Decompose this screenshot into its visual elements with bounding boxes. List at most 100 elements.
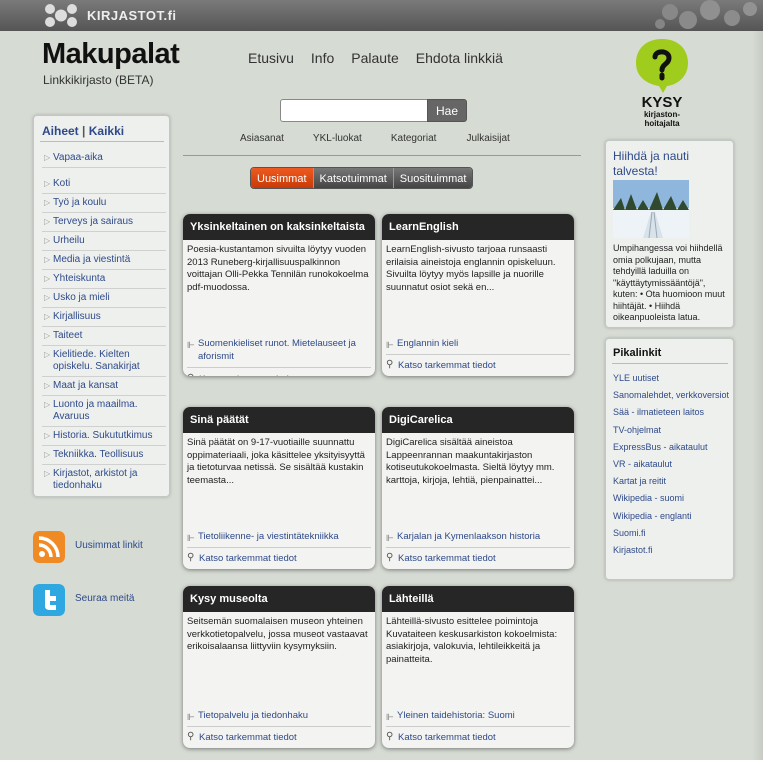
triangle-right-icon: ▷ bbox=[44, 312, 51, 321]
sidebar-item-terveys[interactable]: ▷ Terveys ja sairaus bbox=[42, 213, 166, 232]
quicklink-expressbus[interactable]: ExpressBus - aikataulut bbox=[613, 442, 731, 454]
rss-feed-link[interactable]: Uusimmat linkit bbox=[33, 531, 163, 565]
card-title[interactable]: DigiCarelica bbox=[382, 407, 574, 433]
quicklink-kartat[interactable]: Kartat ja reitit bbox=[613, 476, 731, 488]
magnifier-icon: ⚲ bbox=[187, 552, 195, 563]
page-subtitle: Linkkikirjasto (BETA) bbox=[43, 73, 154, 87]
nav-info[interactable]: Info bbox=[311, 50, 334, 66]
card-description: Lähteillä-sivusto esittelee poimintoja K… bbox=[386, 616, 558, 665]
card-more-link[interactable]: ⚲ Katso tarkemmat tiedot bbox=[187, 552, 297, 564]
subnav-ykl-luokat[interactable]: YKL-luokat bbox=[313, 133, 362, 144]
quicklink-kirjastot-fi[interactable]: Kirjastot.fi bbox=[613, 545, 731, 557]
card-title[interactable]: Kysy museolta bbox=[183, 586, 375, 612]
card-more-link[interactable]: ⚲ Katso tarkemmat tiedot bbox=[386, 731, 496, 743]
card-category[interactable]: ⊩ Karjalan ja Kymenlaakson historia bbox=[386, 531, 540, 544]
quicklink-wikipedia-fi[interactable]: Wikipedia - suomi bbox=[613, 493, 731, 505]
sidebar-item-tyo-ja-koulu[interactable]: ▷ Työ ja koulu bbox=[42, 194, 166, 213]
card-title[interactable]: LearnEnglish bbox=[382, 214, 574, 240]
subnav-kategoriat[interactable]: Kategoriat bbox=[391, 133, 437, 144]
rss-label[interactable]: Uusimmat linkit bbox=[75, 540, 143, 551]
divider bbox=[40, 141, 164, 142]
sidebar-item-kirjastot[interactable]: ▷ Kirjastot, arkistot ja tiedonhaku bbox=[42, 465, 166, 495]
card-title[interactable]: Yksinkeltainen on kaksinkeltaista bbox=[183, 214, 375, 240]
kirjastot-logo-icon[interactable] bbox=[44, 3, 78, 28]
sidebar-item-tekniikka[interactable]: ▷ Tekniikka. Teollisuus bbox=[42, 446, 166, 465]
twitter-label[interactable]: Seuraa meitä bbox=[75, 593, 134, 604]
sidebar-item-kielitiede[interactable]: ▷ Kielitiede. Kielten opiskelu. Sanakirja… bbox=[42, 346, 166, 377]
sidebar-item-label: Taiteet bbox=[53, 330, 83, 341]
card-category[interactable]: ⊩ Tietopalvelu ja tiedonhaku bbox=[187, 710, 308, 723]
twitter-icon bbox=[33, 584, 65, 616]
sidebar-item-maat-ja-kansat[interactable]: ▷ Maat ja kansat bbox=[42, 377, 166, 396]
sidebar-item-label: Maat ja kansat bbox=[53, 380, 119, 391]
promo-title[interactable]: Hiihdä ja nauti talvesta! bbox=[613, 149, 728, 179]
sidebar-item-taiteet[interactable]: ▷ Taiteet bbox=[42, 327, 166, 346]
sidebar-item-urheilu[interactable]: ▷ Urheilu bbox=[42, 232, 166, 251]
site-name[interactable]: KIRJASTOT.fi bbox=[87, 8, 177, 23]
card-category[interactable]: ⊩ Suomenkieliset runot. Mietelauseet ja a… bbox=[187, 338, 375, 363]
card-more-link[interactable]: ⚲ Katso tarkemmat tiedot bbox=[187, 731, 297, 743]
winter-ski-photo[interactable] bbox=[613, 180, 689, 238]
nav-etusivu[interactable]: Etusivu bbox=[248, 50, 294, 66]
quicklink-yle[interactable]: YLE uutiset bbox=[613, 373, 731, 385]
sidebar-item-media[interactable]: ▷ Media ja viestintä bbox=[42, 251, 166, 270]
card-title[interactable]: Lähteillä bbox=[382, 586, 574, 612]
more-link-label: Katso tarkemmat tiedot bbox=[199, 374, 297, 376]
quicklink-sanomalehdet[interactable]: Sanomalehdet, verkkoversiot bbox=[613, 390, 731, 402]
sidebar-item-kirjallisuus[interactable]: ▷ Kirjallisuus bbox=[42, 308, 166, 327]
tab-uusimmat[interactable]: Uusimmat bbox=[251, 168, 313, 188]
triangle-right-icon: ▷ bbox=[44, 293, 51, 302]
category-tree-icon: ⊩ bbox=[187, 712, 195, 722]
card-category[interactable]: ⊩ Tietoliikenne- ja viestintätekniikka bbox=[187, 531, 339, 544]
nav-ehdota-linkkia[interactable]: Ehdota linkkiä bbox=[416, 50, 503, 66]
card-more-link[interactable]: ⚲ Katso tarkemmat tiedot bbox=[187, 373, 297, 376]
sidebar-item-koti[interactable]: ▷ Koti bbox=[42, 168, 166, 194]
triangle-right-icon: ▷ bbox=[44, 431, 51, 440]
quicklink-wikipedia-en[interactable]: Wikipedia - englanti bbox=[613, 511, 731, 523]
divider bbox=[612, 363, 728, 364]
more-link-label: Katso tarkemmat tiedot bbox=[199, 732, 297, 743]
sidebar-item-yhteiskunta[interactable]: ▷ Yhteiskunta bbox=[42, 270, 166, 289]
more-link-label: Katso tarkemmat tiedot bbox=[398, 553, 496, 564]
triangle-right-icon: ▷ bbox=[44, 400, 51, 409]
sidebar-tab-aiheet[interactable]: Aiheet bbox=[42, 124, 79, 138]
subnav-julkaisijat[interactable]: Julkaisijat bbox=[466, 133, 509, 144]
quicklink-suomi-fi[interactable]: Suomi.fi bbox=[613, 528, 731, 540]
card-title[interactable]: Sinä päätät bbox=[183, 407, 375, 433]
tab-katsotuimmat[interactable]: Katsotuimmat bbox=[312, 168, 393, 188]
card-category[interactable]: ⊩ Yleinen taidehistoria: Suomi bbox=[386, 710, 515, 723]
card-more-link[interactable]: ⚲ Katso tarkemmat tiedot bbox=[386, 359, 496, 371]
subnav-asiasanat[interactable]: Asiasanat bbox=[240, 133, 284, 144]
quicklink-vr[interactable]: VR - aikataulut bbox=[613, 459, 731, 471]
card-category[interactable]: ⊩ Englannin kieli bbox=[386, 338, 458, 351]
sidebar-item-luonto[interactable]: ▷ Luonto ja maailma. Avaruus bbox=[42, 396, 166, 427]
search-button[interactable]: Hae bbox=[427, 99, 467, 122]
category-tree-icon: ⊩ bbox=[386, 533, 394, 543]
card-description: Sinä päätät on 9-17-vuotiaille suunnattu… bbox=[187, 437, 365, 486]
search-input[interactable] bbox=[280, 99, 428, 122]
triangle-right-icon: ▷ bbox=[44, 350, 51, 359]
category-tree-icon: ⊩ bbox=[187, 533, 195, 543]
sub-nav: Asiasanat YKL-luokat Kategoriat Julkaisi… bbox=[240, 133, 510, 144]
nav-palaute[interactable]: Palaute bbox=[351, 50, 398, 66]
card-description: DigiCarelica sisältää aineistoa Lappeenr… bbox=[386, 437, 555, 486]
sidebar-item-usko-ja-mieli[interactable]: ▷ Usko ja mieli bbox=[42, 289, 166, 308]
decorative-splat bbox=[655, 0, 757, 29]
sidebar-tab-kaikki[interactable]: Kaikki bbox=[89, 124, 124, 138]
sidebar-item-vapaa-aika[interactable]: ▷ Vapaa-aika bbox=[42, 149, 166, 168]
page-title[interactable]: Makupalat bbox=[42, 38, 180, 71]
tab-suosituimmat[interactable]: Suosituimmat bbox=[392, 168, 473, 188]
sidebar-item-label: Kirjastot, arkistot ja tiedonhaku bbox=[53, 468, 138, 491]
category-tree-icon: ⊩ bbox=[386, 712, 394, 722]
triangle-right-icon: ▷ bbox=[44, 469, 51, 478]
divider bbox=[386, 547, 570, 548]
quicklink-tv[interactable]: TV-ohjelmat bbox=[613, 425, 731, 437]
sidebar-item-historia[interactable]: ▷ Historia. Sukututkimus bbox=[42, 427, 166, 446]
kysy-kirjastonhoitajalta-logo[interactable]: KYSY kirjaston- hoitajalta bbox=[633, 37, 691, 129]
quicklink-saa[interactable]: Sää - ilmatieteen laitos bbox=[613, 407, 731, 419]
magnifier-icon: ⚲ bbox=[187, 731, 195, 742]
card-more-link[interactable]: ⚲ Katso tarkemmat tiedot bbox=[386, 552, 496, 564]
divider bbox=[187, 367, 371, 368]
triangle-right-icon: ▷ bbox=[44, 450, 51, 459]
twitter-link[interactable]: Seuraa meitä bbox=[33, 584, 163, 618]
